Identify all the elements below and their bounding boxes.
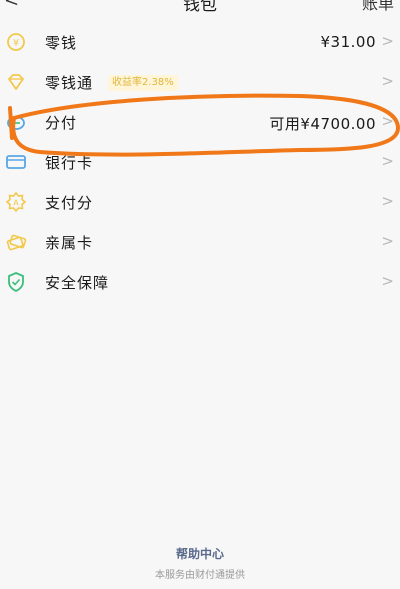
wallet-list: ¥ 零钱 ¥31.00 > 零钱通 收益率2.38% > 分付 可用¥4700.…: [0, 22, 400, 302]
list-item-fenfu[interactable]: 分付 可用¥4700.00 >: [0, 102, 400, 142]
page-title: 钱包: [183, 0, 217, 15]
chevron-right-icon: >: [381, 112, 394, 130]
list-item-label: 支付分: [45, 194, 94, 212]
chevron-right-icon: >: [381, 72, 394, 90]
list-item-change[interactable]: ¥ 零钱 ¥31.00 >: [0, 22, 400, 62]
list-item-label: 银行卡: [45, 154, 94, 172]
list-item-family-card[interactable]: 亲属卡 >: [0, 222, 400, 262]
footer: 帮助中心 本服务由财付通提供: [0, 545, 400, 581]
list-item-pay-score[interactable]: A 支付分 >: [0, 182, 400, 222]
chevron-right-icon: >: [381, 272, 394, 290]
badge-star-icon: A: [5, 191, 27, 213]
list-item-label: 零钱通: [45, 74, 94, 92]
balance-value: ¥31.00: [320, 33, 376, 51]
list-item-security[interactable]: 安全保障 >: [0, 262, 400, 302]
chevron-right-icon: >: [381, 232, 394, 250]
chevron-right-icon: >: [381, 152, 394, 170]
svg-text:¥: ¥: [13, 38, 19, 49]
help-center-link[interactable]: 帮助中心: [0, 545, 400, 562]
list-item-label: 安全保障: [45, 274, 110, 292]
shield-check-icon: [8, 272, 24, 293]
list-item-label: 分付: [45, 114, 78, 132]
provider-text: 本服务由财付通提供: [155, 570, 245, 581]
svg-text:A: A: [13, 199, 19, 208]
yield-badge: 收益率2.38%: [108, 75, 178, 91]
list-item-label: 亲属卡: [45, 234, 94, 252]
list-item-label: 零钱: [45, 34, 78, 52]
fenfu-icon: [7, 116, 25, 130]
list-item-bank-card[interactable]: 银行卡 >: [0, 142, 400, 182]
list-item-lingqiantong[interactable]: 零钱通 收益率2.38% >: [0, 62, 400, 102]
bank-card-icon: [6, 155, 26, 169]
chevron-right-icon: >: [381, 192, 394, 210]
nav-bar: < 钱包 账单: [0, 0, 400, 15]
family-card-icon: [6, 234, 27, 251]
bill-button[interactable]: 账单: [362, 0, 394, 14]
coin-icon: ¥: [7, 33, 25, 51]
chevron-right-icon: >: [381, 32, 394, 50]
available-credit-value: 可用¥4700.00: [269, 115, 376, 133]
diamond-icon: [8, 74, 24, 90]
